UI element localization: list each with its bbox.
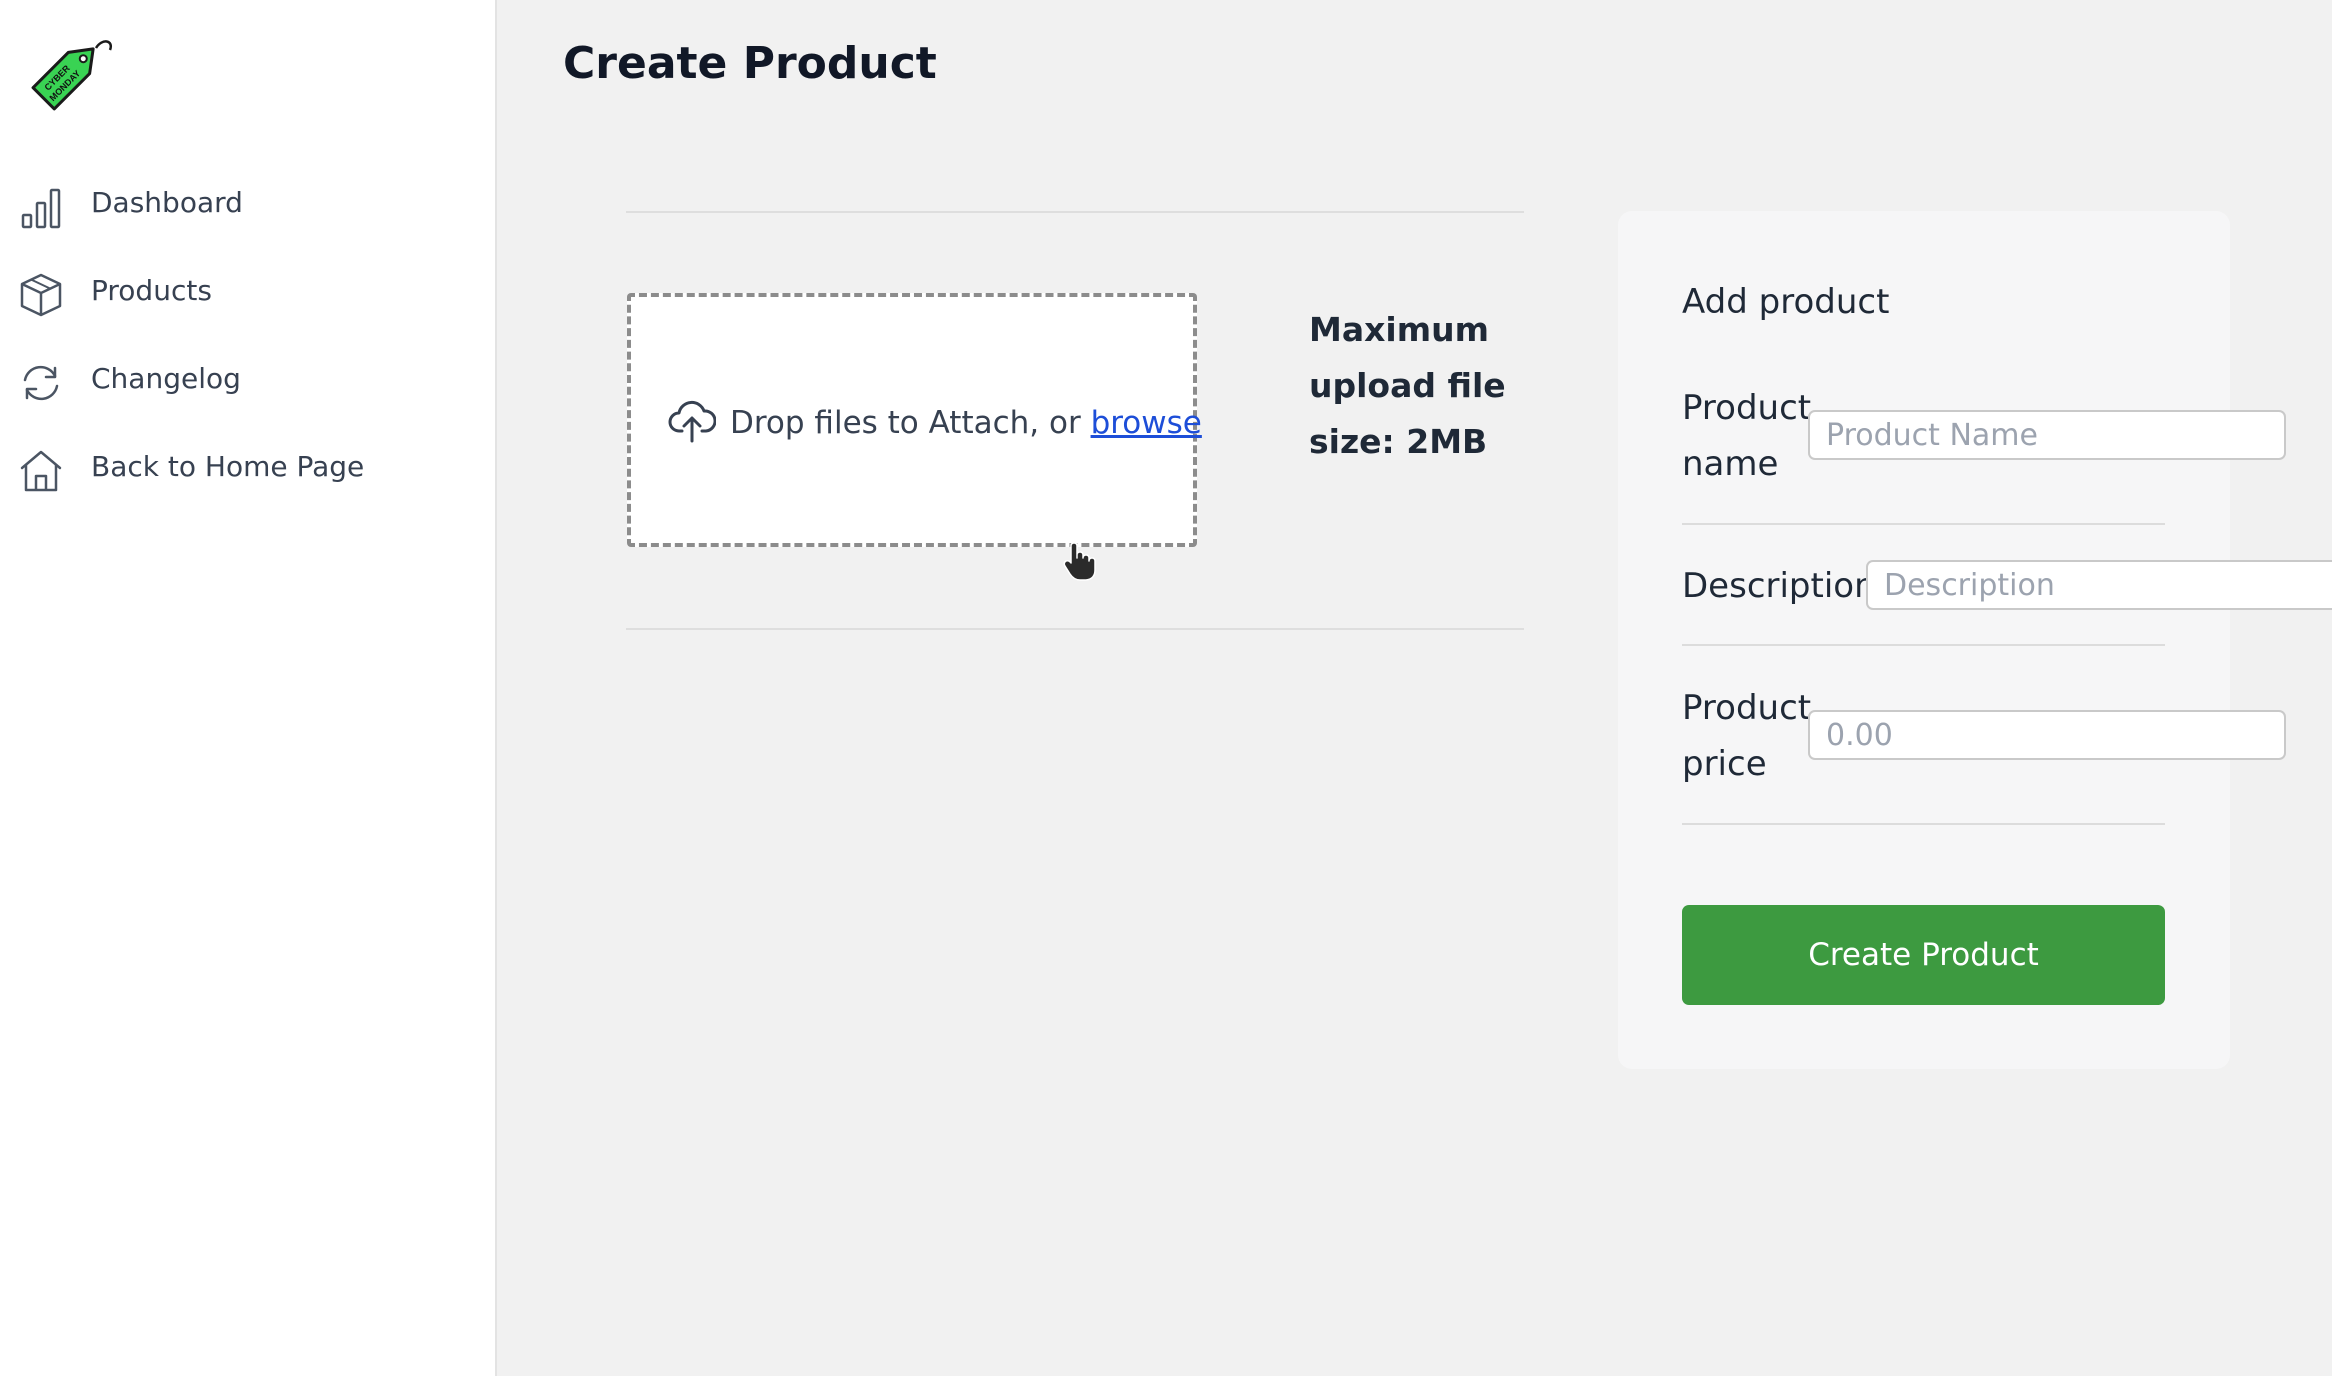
hand-pointer-cursor-icon bbox=[1062, 542, 1098, 582]
sidebar-item-label: Products bbox=[91, 274, 212, 307]
create-product-button[interactable]: Create Product bbox=[1682, 905, 2165, 1005]
description-input[interactable] bbox=[1866, 560, 2332, 610]
divider-top bbox=[626, 211, 1524, 213]
page-title: Create Product bbox=[563, 38, 937, 89]
box-icon bbox=[16, 270, 66, 320]
sidebar-item-home[interactable]: Back to Home Page bbox=[0, 432, 490, 504]
sidebar-item-changelog[interactable]: Changelog bbox=[0, 344, 490, 416]
max-upload-size-note: Maximum upload file size: 2MB bbox=[1309, 310, 1506, 461]
field-separator bbox=[1682, 823, 2165, 825]
description-label: Description bbox=[1682, 566, 1876, 606]
form-title: Add product bbox=[1682, 282, 1890, 322]
sidebar-item-label: Changelog bbox=[91, 362, 241, 395]
refresh-icon bbox=[16, 358, 66, 408]
sidebar-item-dashboard[interactable]: Dashboard bbox=[0, 168, 490, 240]
file-dropzone[interactable]: Drop files to Attach, or browse bbox=[627, 293, 1202, 547]
home-icon bbox=[16, 446, 66, 496]
product-price-input[interactable] bbox=[1808, 710, 2286, 760]
cyber-monday-logo[interactable]: CYBER MONDAY bbox=[14, 22, 120, 128]
app-root: CYBER MONDAY Dashboard Products Changelo… bbox=[0, 0, 2332, 1376]
product-name-label: Product name bbox=[1682, 388, 1812, 484]
product-name-input[interactable] bbox=[1808, 410, 2286, 460]
sidebar-item-label: Dashboard bbox=[91, 186, 243, 219]
field-separator bbox=[1682, 644, 2165, 646]
sidebar: CYBER MONDAY Dashboard Products Changelo… bbox=[0, 0, 497, 1376]
product-price-label: Product price bbox=[1682, 688, 1812, 784]
browse-link[interactable]: browse bbox=[1091, 405, 1202, 441]
bar-chart-icon bbox=[16, 182, 66, 232]
dropzone-text: Drop files to Attach, or browse bbox=[730, 405, 1202, 441]
cloud-upload-icon bbox=[668, 397, 717, 445]
divider-bottom bbox=[626, 628, 1524, 630]
price-tag-icon: CYBER MONDAY bbox=[31, 40, 113, 111]
sidebar-item-products[interactable]: Products bbox=[0, 256, 490, 328]
dropzone-instruction: Drop files to Attach, or bbox=[730, 405, 1091, 441]
sidebar-item-label: Back to Home Page bbox=[91, 450, 365, 483]
field-separator bbox=[1682, 523, 2165, 525]
